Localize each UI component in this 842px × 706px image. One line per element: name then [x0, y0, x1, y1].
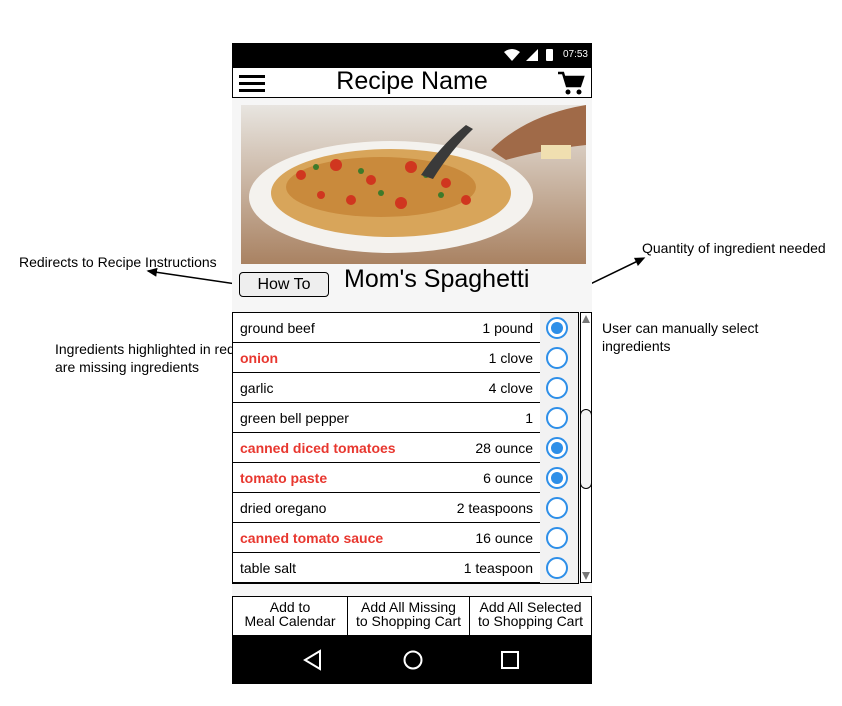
- ingredient-quantity: 28 ounce: [475, 440, 533, 456]
- ingredient-list: ground beef 1 pound onion 1 clove garlic 4 cl…: [232, 312, 579, 584]
- signal-icon: [526, 49, 538, 61]
- ingredient-select-cell: [540, 493, 578, 523]
- status-time: 07:53: [562, 49, 588, 60]
- ingredient-name: onion: [240, 350, 279, 366]
- wifi-icon: [504, 49, 520, 61]
- ingredient-name: canned diced tomatoes: [240, 440, 396, 456]
- ingredient-row[interactable]: canned tomato sauce 16 ounce: [233, 523, 578, 553]
- ingredient-name: tomato paste: [240, 470, 328, 486]
- recipe-title: Mom's Spaghetti: [344, 265, 530, 293]
- ingredient-select-cell: [540, 343, 578, 373]
- ingredient-select-radio[interactable]: [546, 557, 568, 579]
- ingredient-name: canned tomato sauce: [240, 530, 384, 546]
- ingredient-row[interactable]: table salt 1 teaspoon: [233, 553, 578, 583]
- ingredient-select-cell: [540, 433, 578, 463]
- scroll-up-icon[interactable]: [581, 313, 591, 327]
- hamburger-icon[interactable]: [239, 74, 265, 94]
- scrollbar-thumb[interactable]: [580, 409, 592, 489]
- ingredient-quantity: 16 ounce: [475, 530, 533, 546]
- nav-bar: [232, 636, 592, 684]
- ingredient-row[interactable]: dried oregano 2 teaspoons: [233, 493, 578, 523]
- ingredient-row[interactable]: green bell pepper 1: [233, 403, 578, 433]
- recipe-photo: [241, 105, 586, 264]
- ingredient-select-radio[interactable]: [546, 377, 568, 399]
- ingredient-name: table salt: [240, 560, 297, 576]
- ingredient-select-cell: [540, 553, 578, 583]
- back-icon[interactable]: [301, 648, 325, 672]
- cart-icon[interactable]: [557, 70, 585, 96]
- app-bar: Recipe Name: [232, 67, 592, 98]
- add-missing-to-cart-button[interactable]: Add All Missing to Shopping Cart: [347, 597, 469, 635]
- ingredient-select-cell: [540, 373, 578, 403]
- ingredient-quantity: 1: [525, 410, 533, 426]
- ingredient-name: garlic: [240, 380, 274, 396]
- ingredient-quantity: 1 clove: [488, 350, 533, 366]
- ingredient-select-radio[interactable]: [546, 317, 568, 339]
- add-to-meal-calendar-button[interactable]: Add to Meal Calendar: [233, 597, 347, 635]
- how-to-button[interactable]: How To: [239, 272, 329, 297]
- ingredient-row[interactable]: ground beef 1 pound: [233, 313, 578, 343]
- ingredient-select-radio[interactable]: [546, 437, 568, 459]
- add-selected-to-cart-button[interactable]: Add All Selected to Shopping Cart: [469, 597, 591, 635]
- ingredient-name: green bell pepper: [240, 410, 349, 426]
- ingredient-quantity: 6 ounce: [483, 470, 533, 486]
- ingredient-quantity: 1 pound: [482, 320, 533, 336]
- ingredient-select-radio[interactable]: [546, 497, 568, 519]
- ingredient-quantity: 4 clove: [488, 380, 533, 396]
- ingredient-select-cell: [540, 313, 578, 343]
- ingredient-select-cell: [540, 523, 578, 553]
- ingredient-row[interactable]: tomato paste 6 ounce: [233, 463, 578, 493]
- ingredient-select-radio[interactable]: [546, 467, 568, 489]
- recent-apps-icon[interactable]: [498, 648, 522, 672]
- ingredient-quantity: 1 teaspoon: [463, 560, 533, 576]
- phone-screen: 07:53 Recipe Name How To Mom's Spaghetti…: [232, 43, 592, 684]
- ingredient-row[interactable]: garlic 4 clove: [233, 373, 578, 403]
- app-title: Recipe Name: [336, 67, 488, 95]
- ingredient-select-radio[interactable]: [546, 407, 568, 429]
- scrollbar[interactable]: [580, 312, 592, 583]
- battery-icon: [546, 49, 553, 61]
- status-bar: 07:53: [232, 43, 592, 67]
- ingredient-select-radio[interactable]: [546, 347, 568, 369]
- scroll-down-icon[interactable]: [581, 568, 591, 582]
- ingredient-row[interactable]: onion 1 clove: [233, 343, 578, 373]
- ingredient-quantity: 2 teaspoons: [456, 500, 533, 516]
- ingredient-select-cell: [540, 403, 578, 433]
- home-icon[interactable]: [401, 648, 425, 672]
- ingredient-select-radio[interactable]: [546, 527, 568, 549]
- ingredient-row[interactable]: canned diced tomatoes 28 ounce: [233, 433, 578, 463]
- ingredient-name: ground beef: [240, 320, 315, 336]
- ingredient-name: dried oregano: [240, 500, 327, 516]
- action-bar: Add to Meal Calendar Add All Missing to …: [232, 596, 592, 636]
- ingredient-select-cell: [540, 463, 578, 493]
